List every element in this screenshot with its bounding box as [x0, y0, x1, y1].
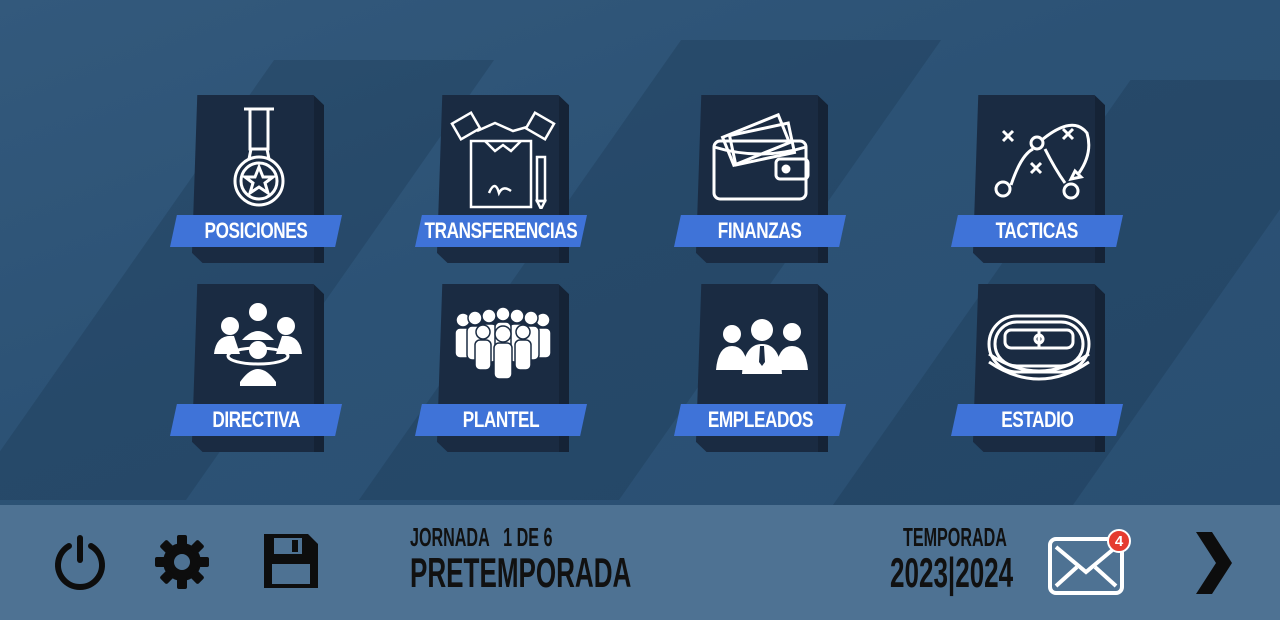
tile-label: PLANTEL [462, 407, 540, 432]
unread-count-badge: 4 [1107, 529, 1131, 553]
tile-label: TACTICAS [995, 218, 1079, 243]
tile-label-bar: TACTICAS [951, 215, 1123, 247]
stadium-icon [987, 314, 1091, 381]
tile-label: ESTADIO [1000, 407, 1074, 432]
tile-label-bar: PLANTEL [415, 404, 587, 436]
handshake-contract-icon [450, 110, 556, 209]
season-value: 2023|2024 [890, 549, 1014, 596]
tile-label-bar: EMPLEADOS [674, 404, 846, 436]
floppy-disk-icon[interactable] [260, 530, 322, 592]
tile-label-bar: POSICIONES [170, 215, 342, 247]
menu-tile-tacticas[interactable]: TACTICAS [951, 95, 1123, 265]
tile-label-bar: TRANSFERENCIAS [415, 215, 587, 247]
tile-label: DIRECTIVA [212, 407, 300, 432]
main-menu-area: POSICIONES TRANSFERENCIAS FINANZAS TACTI… [0, 0, 1280, 505]
tile-label: FINANZAS [718, 218, 802, 243]
power-icon[interactable] [50, 532, 110, 592]
squad-icon [454, 306, 552, 380]
tile-label: TRANSFERENCIAS [424, 218, 578, 243]
jornada-label: JORNADA [410, 522, 490, 552]
menu-tile-transferencias[interactable]: TRANSFERENCIAS [415, 95, 587, 265]
jornada-value: 1 DE 6 [503, 522, 553, 552]
menu-tile-plantel[interactable]: PLANTEL [415, 284, 587, 454]
tile-label: POSICIONES [204, 218, 308, 243]
menu-tile-estadio[interactable]: ESTADIO [951, 284, 1123, 454]
gear-icon[interactable] [152, 532, 212, 592]
board-meeting-icon [214, 303, 302, 386]
tile-label: EMPLEADOS [707, 407, 813, 432]
medal-icon [233, 107, 285, 207]
tile-label-bar: DIRECTIVA [170, 404, 342, 436]
menu-tile-posiciones[interactable]: POSICIONES [170, 95, 342, 265]
tactics-board-icon [994, 123, 1091, 200]
menu-tile-empleados[interactable]: EMPLEADOS [674, 284, 846, 454]
season-phase: PRETEMPORADA [410, 549, 632, 596]
menu-tile-finanzas[interactable]: FINANZAS [674, 95, 846, 265]
chevron-right-icon[interactable] [1192, 530, 1234, 596]
menu-tile-directiva[interactable]: DIRECTIVA [170, 284, 342, 454]
employees-icon [716, 319, 808, 374]
wallet-icon [712, 112, 810, 201]
tile-label-bar: FINANZAS [674, 215, 846, 247]
tile-label-bar: ESTADIO [951, 404, 1123, 436]
